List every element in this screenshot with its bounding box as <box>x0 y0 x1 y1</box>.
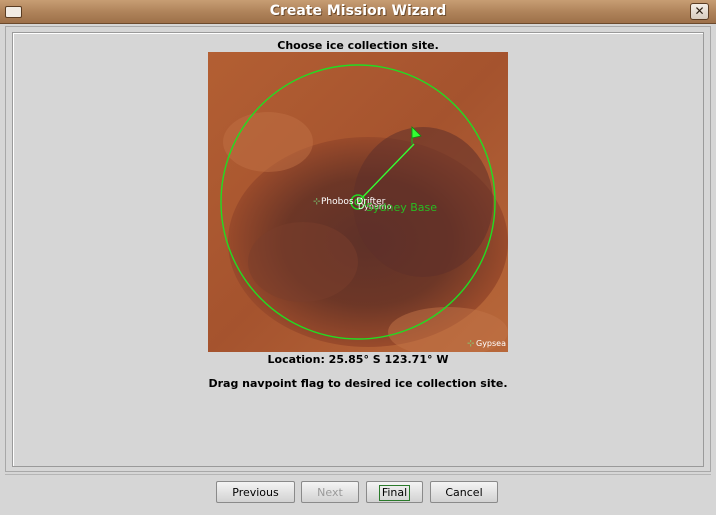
settlement-label: Sydney Base <box>366 201 437 214</box>
final-button[interactable]: Final <box>366 481 423 503</box>
gypsea-label: Gypsea <box>476 339 506 348</box>
svg-text:⊹: ⊹ <box>467 339 475 349</box>
terrain-patch <box>248 222 358 302</box>
mars-map[interactable]: ⊹ Phobos Drifter Dynamo Sydney Base ⊹ Gy… <box>208 52 508 352</box>
final-button-label: Final <box>378 485 411 501</box>
gypsea-marker[interactable]: ⊹ <box>467 339 475 349</box>
close-icon[interactable]: ✕ <box>690 3 709 20</box>
wizard-prompt: Choose ice collection site. <box>277 39 439 52</box>
next-button[interactable]: Next <box>301 481 359 503</box>
previous-button[interactable]: Previous <box>216 481 295 503</box>
location-readout: Location: 25.85° S 123.71° W <box>267 353 449 366</box>
title-bar: Create Mission Wizard ✕ <box>0 0 716 24</box>
window-title: Create Mission Wizard <box>269 3 447 19</box>
terrain-ridge <box>223 112 313 172</box>
cancel-button[interactable]: Cancel <box>430 481 498 503</box>
vehicle-marker[interactable]: ⊹ <box>313 197 321 207</box>
instructions-text: Drag navpoint flag to desired ice collec… <box>208 377 508 390</box>
map-canvas[interactable]: ⊹ Phobos Drifter Dynamo Sydney Base ⊹ Gy… <box>208 52 508 352</box>
button-separator <box>5 474 711 475</box>
svg-text:⊹: ⊹ <box>313 197 321 207</box>
